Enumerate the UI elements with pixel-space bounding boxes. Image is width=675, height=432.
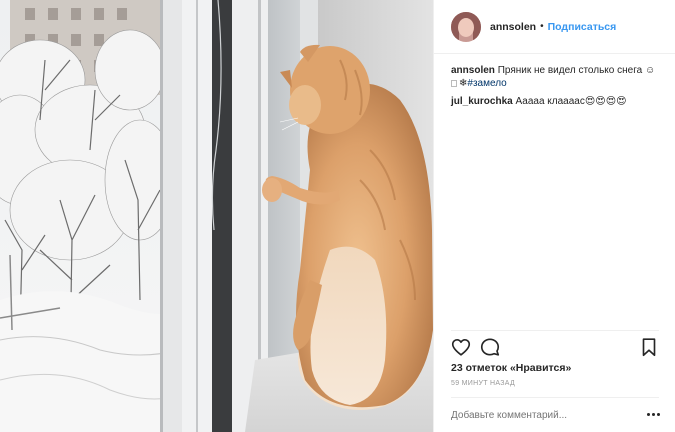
likes-count[interactable]: 23 отметок «Нравится»: [451, 362, 571, 374]
bookmark-icon[interactable]: [638, 336, 660, 358]
comment-username[interactable]: jul_kurochka: [451, 96, 513, 107]
header-separator: •: [540, 21, 544, 32]
post-side-panel: annsolen • Подписаться annsolen Пряник н…: [433, 0, 675, 432]
comment-text: Пряник не видел столько снега: [497, 65, 643, 76]
instagram-post: annsolen • Подписаться annsolen Пряник н…: [0, 0, 675, 432]
follow-button[interactable]: Подписаться: [548, 21, 617, 33]
post-timestamp[interactable]: 59 минут назад: [451, 380, 515, 387]
header-username[interactable]: annsolen: [490, 21, 536, 33]
cat-at-window-image: [0, 0, 433, 432]
divider: [451, 330, 659, 331]
post-photo[interactable]: [0, 0, 433, 432]
comment-text: Ааааа клаааас: [515, 96, 585, 107]
smile-emoji: ☺: [644, 65, 656, 76]
missing-glyph-icon: [451, 80, 457, 87]
heart-icon[interactable]: [450, 336, 472, 358]
hashtag-link[interactable]: #замело: [467, 78, 506, 89]
heart-eyes-emoji: 😍😍😍😍: [584, 96, 627, 107]
divider: [451, 397, 659, 398]
comments-list: annsolen Пряник не видел столько снега ☺…: [451, 64, 666, 113]
add-comment-input[interactable]: [451, 408, 636, 422]
post-actions: [451, 336, 659, 358]
list-item: jul_kurochka Ааааа клаааас😍😍😍😍: [451, 95, 666, 108]
comment-username[interactable]: annsolen: [451, 65, 495, 76]
more-dots-icon[interactable]: [647, 411, 661, 417]
caption-comment: annsolen Пряник не видел столько снега ☺…: [451, 64, 666, 90]
post-header: annsolen • Подписаться: [434, 0, 675, 54]
avatar[interactable]: [451, 11, 481, 42]
comment-bubble-icon[interactable]: [479, 336, 501, 358]
